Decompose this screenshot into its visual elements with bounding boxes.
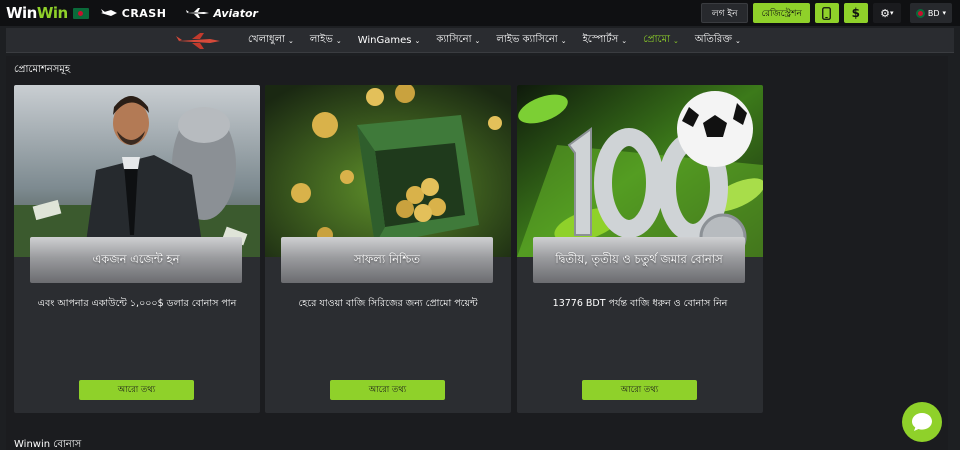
bonus-section-title: Winwin বোনাস (14, 439, 82, 450)
chevron-down-icon: ▾ (890, 9, 894, 17)
crash-link[interactable]: CRASH (100, 6, 167, 20)
chevron-down-icon: ⌄ (474, 36, 481, 45)
aviator-link[interactable]: Aviator (186, 7, 258, 20)
chevron-down-icon: ⌄ (414, 36, 421, 45)
nav-item-label: অতিরিক্ত (694, 34, 733, 45)
chat-bubble-icon (912, 413, 932, 431)
promo-card-description: 13776 BDT পর্যন্ত বাজি ধরুন ও বোনাস নিন (552, 298, 728, 309)
rocket-icon (100, 9, 117, 16)
nav-item-6[interactable]: প্রোমো ⌄ (643, 32, 679, 49)
settings-button[interactable]: ⚙ ▾ (872, 3, 901, 23)
more-info-button[interactable]: আরো তথ্য (79, 380, 194, 400)
nav-item-4[interactable]: লাইভ ক্যাসিনো ⌄ (496, 32, 566, 49)
chevron-down-icon: ⌄ (287, 36, 294, 45)
promo-image-safe (265, 85, 511, 257)
airplane-icon (186, 8, 210, 18)
promo-card-title: দ্বিতীয়, তৃতীয় ও চতুর্থ জমার বোনাস (533, 237, 745, 283)
nav-item-label: ক্যাসিনো (436, 34, 472, 45)
nav-item-1[interactable]: লাইভ ⌄ (310, 32, 342, 49)
aviator-label: Aviator (213, 6, 258, 20)
aviator-plane-icon[interactable] (176, 32, 222, 50)
crash-label: CRASH (121, 6, 167, 20)
main-nav: খেলাধুলা ⌄ লাইভ ⌄ WinGames ⌄ ক্যাসিনো ⌄ লাইভ ক্য… (6, 28, 954, 53)
promo-image-100 (517, 85, 763, 257)
gear-icon: ⚙ (880, 6, 890, 20)
promo-card-title: একজন এজেন্ট হন (30, 237, 242, 283)
nav-item-7[interactable]: অতিরিক্ত ⌄ (695, 32, 741, 49)
nav-item-5[interactable]: ইস্পোর্টস ⌄ (583, 32, 628, 49)
register-button[interactable]: রেজিস্ট্রেশন (753, 3, 810, 23)
promo-card-description: হেরে যাওয়া বাজি সিরিজের জন্য প্রোমো পয়… (298, 298, 478, 309)
chevron-down-icon: ⌄ (621, 36, 628, 45)
nav-item-0[interactable]: খেলাধুলা ⌄ (248, 32, 294, 49)
logo-text-win-accent: Win (36, 4, 68, 22)
deposit-button[interactable]: $ (843, 3, 868, 23)
promo-card-success[interactable]: সাফল্য নিশ্চিত হেরে যাওয়া বাজি সিরিজের … (265, 85, 511, 413)
nav-item-label: খেলাধুলা (248, 34, 285, 45)
more-info-button[interactable]: আরো তথ্য (330, 380, 445, 400)
more-info-button[interactable]: আরো তথ্য (582, 380, 697, 400)
bangladesh-flag-icon (915, 8, 925, 18)
nav-item-label: লাইভ (309, 34, 333, 45)
promotions-section-title: প্রোমোশনসমূহ (14, 64, 71, 75)
chevron-down-icon: ⌄ (735, 36, 741, 45)
nav-item-label: ইস্পোর্টস (582, 34, 619, 45)
login-button[interactable]: লগ ইন (700, 3, 749, 23)
live-chat-button[interactable] (902, 402, 942, 442)
nav-item-3[interactable]: ক্যাসিনো ⌄ (436, 32, 480, 49)
promo-card-agent[interactable]: একজন এজেন্ট হন এবং আপনার একাউন্টে ১,০০০$… (14, 85, 260, 413)
promotions-page: প্রোমোশনসমূহ একজন এজেন্ট হন এবং আপনার এক… (6, 56, 948, 450)
mobile-app-button[interactable] (814, 3, 839, 23)
nav-item-label: লাইভ ক্যাসিনো (496, 34, 558, 45)
nav-item-label: WinGames (357, 35, 412, 46)
winwin-logo[interactable]: Win Win (6, 4, 89, 22)
promo-card-description: এবং আপনার একাউন্টে ১,০০০$ ডলার বোনাস পান (37, 298, 237, 309)
nav-item-2[interactable]: WinGames ⌄ (358, 35, 421, 46)
language-selector[interactable]: BD ▾ (909, 3, 952, 23)
promo-image-agent (14, 85, 260, 257)
promo-card-title: সাফল্য নিশ্চিত (281, 237, 493, 283)
language-label: BD (927, 8, 940, 18)
bangladesh-flag-icon (72, 7, 89, 19)
nav-item-label: প্রোমো (643, 34, 671, 45)
promo-card-deposit-bonus[interactable]: দ্বিতীয়, তৃতীয় ও চতুর্থ জমার বোনাস 137… (517, 85, 763, 413)
mobile-phone-icon (822, 6, 832, 20)
chevron-down-icon: ⌄ (673, 36, 679, 45)
logo-text-win: Win (6, 4, 37, 22)
top-bar: Win Win CRASH Aviator লগ ইন রেজিস্ট্রেশন … (0, 0, 960, 26)
chevron-down-icon: ⌄ (335, 36, 342, 45)
chevron-down-icon: ⌄ (560, 36, 567, 45)
chevron-down-icon: ▾ (942, 9, 946, 17)
